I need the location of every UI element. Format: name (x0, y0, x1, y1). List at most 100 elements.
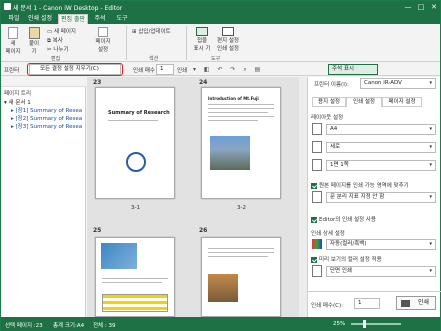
copy-button[interactable]: ⧉ 복사 (47, 36, 63, 45)
zoom-slider[interactable] (351, 323, 401, 325)
insert-update-label: 삽입/업데이트 (138, 29, 171, 35)
status-bar: 선택 페이지 :23 총계 크기:A4 전체 : 39 25% (1, 317, 440, 331)
ribbon-tabs: 파일 인쇄 설정 편집 출판 주석 도구 (1, 13, 440, 24)
copy-label: 복사 (52, 38, 63, 44)
highlight-box (27, 63, 123, 76)
table-image (102, 294, 168, 312)
print-mode-label: 인쇄 (177, 68, 188, 74)
detail-label: 인쇄 상세 설정 (311, 231, 345, 237)
selected-page-status: 선택 페이지 :23 (5, 323, 43, 329)
tools-group-label: 도구 (211, 56, 221, 62)
separator (126, 26, 127, 60)
tree-chapter3-label: [장3] Summary of Resea (15, 124, 83, 130)
preview-color-label: 미리 보기의 컬러 설정 적용 (319, 257, 382, 263)
print-settings-label: 편지 설정 인쇄 설정 (217, 38, 239, 52)
sort-select[interactable]: 문 분리 지표 지정 안 함 ▾ (326, 192, 436, 203)
printer-settings-icon (222, 27, 234, 36)
copies-value: 1 (160, 66, 164, 72)
tab-tools[interactable]: 도구 (113, 14, 131, 24)
minimize-button[interactable]: — (403, 2, 413, 12)
toolbar-icons[interactable]: ▾ ◧ ↶ ↷ ⌕ ▤ (193, 66, 303, 73)
text-line (208, 116, 274, 117)
tab-annotation[interactable]: 주석 (91, 14, 109, 24)
separator (186, 26, 187, 60)
color-mode-select[interactable]: 자동(컬러/흑백) ▾ (326, 239, 436, 250)
text-line (208, 104, 274, 105)
printer-select[interactable]: Canon iR-ADV ▾ (360, 78, 436, 89)
tab-file[interactable]: 파일 (5, 14, 23, 24)
page-thumbnail[interactable]: Introduction of Mt.Fuji (201, 87, 281, 199)
new-small-button[interactable]: ▭ 새 페이지 (47, 27, 76, 35)
printer-icon (401, 300, 410, 307)
editor-settings-checkbox[interactable]: Editor의 인쇄 설정 사용 (311, 215, 376, 223)
duplex-icon (312, 265, 322, 277)
fold-display-button[interactable]: 접을 표시 기 (191, 27, 213, 52)
divider (308, 291, 441, 292)
text-line (108, 120, 158, 121)
page-thumbnail[interactable] (201, 237, 281, 317)
tree-item-chapter2[interactable]: ▸ [장2] Summary of Resea (11, 114, 82, 122)
new-page-button[interactable]: 새 페이지 (5, 27, 21, 55)
page-number: 26 (199, 227, 208, 234)
paste-button[interactable]: 붙이 기 (25, 27, 43, 55)
tree-item-chapter1[interactable]: ▸ [장1] Summary of Resea (11, 106, 82, 114)
checkbox-checked (311, 216, 317, 223)
insert-update-button[interactable]: ⊞ 삽입/업데이트 (132, 27, 171, 35)
tab-edit-publish[interactable]: 편집 출판 (58, 14, 88, 24)
vertical-scrollbar[interactable] (299, 77, 307, 317)
tree-toolbar (1, 77, 86, 87)
close-button[interactable]: ✕ (429, 2, 439, 12)
tab-print-settings[interactable]: 인쇄 설정 (25, 14, 55, 24)
tree-item-root[interactable]: ▾ 새 문서 1 (4, 98, 31, 106)
preview-color-checkbox[interactable]: 미리 보기의 컬러 설정 적용 (311, 255, 382, 263)
duplex-select[interactable]: 단면 인쇄 ▾ (326, 266, 436, 277)
map-image (101, 243, 137, 269)
maximize-button[interactable]: □ (416, 2, 426, 12)
clipboard-icon (28, 27, 40, 39)
page-icon (8, 27, 18, 39)
sort-value: 문 분리 지표 지정 안 함 (330, 194, 385, 200)
show-notes-toggle[interactable]: 주석 표시 (328, 64, 378, 75)
new-page-label: 새 페이지 (5, 41, 21, 55)
text-line (208, 120, 258, 121)
pages-per-sheet-value: 1면 1쪽 (330, 162, 349, 168)
split-label: 나누기 (53, 47, 69, 53)
page-thumbnail[interactable] (95, 237, 175, 317)
checkbox-checked (311, 182, 317, 189)
copies-spinner-value: 1 (358, 300, 362, 306)
page-label: 3-1 (131, 205, 140, 211)
split-button[interactable]: ✂ 나누기 (47, 45, 69, 53)
color-icon (312, 239, 322, 249)
tree-title: 페이지 트리 (4, 91, 32, 97)
tab-paper-settings[interactable]: 용지 설정 (312, 97, 346, 107)
app-window: 새 문서 1 - Canon iW Desktop - Editor — □ ✕… (0, 0, 441, 331)
orientation-select[interactable]: 세로 ▾ (326, 142, 436, 153)
pages-per-sheet-select[interactable]: 1면 1쪽 ▾ (326, 160, 436, 171)
text-line (208, 112, 268, 113)
app-icon (4, 3, 11, 10)
text-line (208, 252, 274, 253)
print-settings-button[interactable]: 편지 설정 인쇄 설정 (215, 27, 241, 52)
page-settings-label: 페이지 설정 (95, 39, 111, 53)
checkbox-checked (311, 256, 317, 263)
copies-spinner[interactable]: 1 (354, 298, 380, 309)
tab-print-settings-active[interactable]: 인쇄 설정 (346, 97, 382, 107)
page-tree-panel: 페이지 트리 ▾ 새 문서 1 ▸ [장1] Summary of Resea … (1, 77, 86, 317)
print-button[interactable]: 인쇄 (396, 296, 436, 310)
paper-size-select[interactable]: A4 ▾ (326, 124, 436, 135)
page-number: 23 (93, 79, 102, 86)
copies-input[interactable]: 1 (156, 64, 174, 75)
print-settings-panel: 프린터 이름(I): Canon iR-ADV ▾ 용지 설정 인쇄 설정 페이지… (307, 77, 441, 317)
page-number: 25 (93, 227, 102, 234)
tree-item-chapter3[interactable]: ▸ [장3] Summary of Resea (11, 122, 82, 130)
duplex-value: 단면 인쇄 (330, 268, 352, 274)
text-line (208, 248, 274, 249)
page-thumbnail[interactable]: Summary of Research (95, 87, 175, 199)
page-settings-button[interactable]: 페이지 설정 (91, 27, 115, 53)
logo-image (126, 152, 146, 172)
fit-checkbox[interactable]: 원본 페이지를 인쇄 가능 영역에 맞추기 (311, 181, 409, 189)
text-line (208, 256, 268, 257)
tab-page-settings[interactable]: 페이지 설정 (382, 97, 422, 107)
printer-name-label: 프린터 이름(I): (314, 82, 349, 88)
zoom-slider-thumb[interactable] (363, 320, 366, 328)
